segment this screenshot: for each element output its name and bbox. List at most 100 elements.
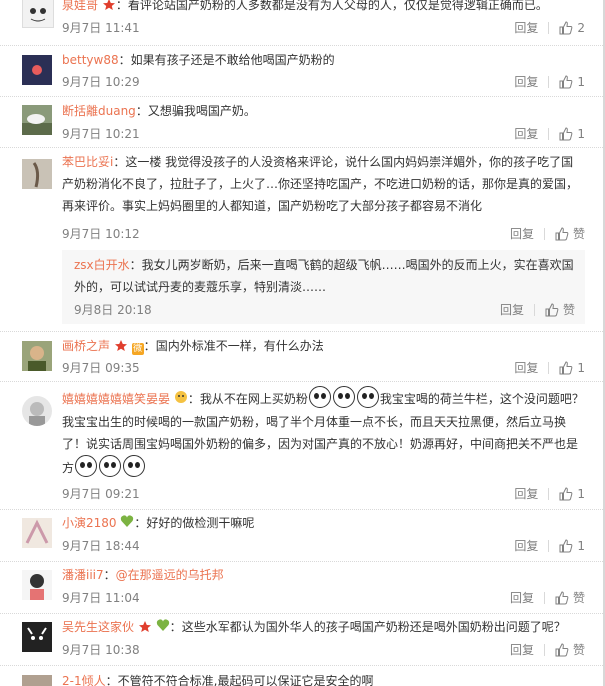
avatar[interactable]: [22, 159, 52, 189]
avatar[interactable]: [22, 55, 52, 85]
avatar[interactable]: [22, 570, 52, 600]
commenter-name[interactable]: 2-1倾人: [62, 674, 106, 686]
commenter-name[interactable]: 断括離duang: [62, 104, 136, 118]
comment-item: 断括離duang：又想骗我喝国产奶。 9月7日 10:21 回复 1: [0, 97, 603, 148]
comment-time: 9月7日 10:21: [62, 127, 140, 141]
comment-actions: 回复 1: [514, 124, 585, 144]
reply-button[interactable]: 回复: [514, 484, 538, 504]
commenter-name[interactable]: 嬉嬉嬉嬉嬉嬉笑晏晏: [62, 392, 170, 406]
like-button[interactable]: 赞: [545, 300, 575, 320]
comment-time: 9月7日 09:35: [62, 361, 140, 375]
thumbs-up-icon: [555, 591, 569, 605]
emoji-face-icon: [308, 386, 331, 408]
reply-button[interactable]: 回复: [514, 72, 538, 92]
like-button[interactable]: 1: [559, 536, 585, 556]
comment-content: 嬉嬉嬉嬉嬉嬉笑晏晏 ：我从不在网上买奶粉 我宝宝喝的荷兰牛栏，这个没问题吧？我宝宝…: [62, 386, 585, 479]
divider: [548, 488, 550, 500]
commenter-name[interactable]: bettyw88: [62, 53, 119, 67]
like-label: 赞: [572, 227, 585, 241]
divider: [548, 362, 550, 374]
comment-actions: 回复 1: [514, 72, 585, 92]
comment-time: 9月8日 20:18: [74, 303, 152, 317]
comment-text: 国内外标准不一样，有什么办法: [155, 339, 324, 353]
reply-button[interactable]: 回复: [514, 124, 538, 144]
reply-button[interactable]: 回复: [514, 18, 538, 38]
comment-item: 泉娃哥 ：看评论站国产奶粉的人多数都是没有为人父母的人，仅仅是觉得逻辑正确而已。…: [0, 0, 603, 46]
avatar[interactable]: [22, 0, 54, 28]
avatar[interactable]: [22, 341, 52, 371]
comment-content: 吴先生这家伙 ：这些水军都认为国外华人的孩子喝国产奶粉还是喝外国奶粉出问题了呢？: [62, 616, 585, 639]
reply-button[interactable]: 回复: [514, 358, 538, 378]
comment-item: bettyw88：如果有孩子还是不敢给他喝国产奶粉的 9月7日 10:29 回复…: [0, 46, 603, 97]
comment-text: 好好的做检测干嘛呢: [146, 516, 255, 530]
thumbs-up-icon: [555, 227, 569, 241]
reply-button[interactable]: 回复: [514, 536, 538, 556]
comment-content: 2-1倾人：不管符不符合标准,最起码可以保证它是安全的啊: [62, 674, 374, 686]
reply-button[interactable]: 回复: [510, 224, 534, 244]
comment-actions: 回复 1: [514, 358, 585, 378]
commenter-name[interactable]: 苯巴比妥i: [62, 155, 113, 169]
avatar[interactable]: [22, 396, 52, 426]
divider: [548, 540, 550, 552]
like-label: 赞: [572, 591, 585, 605]
commenter-name[interactable]: 吴先生这家伙: [62, 620, 134, 634]
comment-meta: 9月7日 10:12 回复 赞: [62, 224, 585, 244]
reply-button[interactable]: 回复: [500, 300, 524, 320]
comment-time: 9月7日 10:12: [62, 227, 140, 241]
avatar[interactable]: [22, 518, 52, 548]
emoji-face-icon: [75, 455, 98, 477]
comment-meta: 9月7日 10:29 回复 1: [62, 72, 585, 92]
smile-face-icon: [174, 389, 188, 411]
divider: [548, 128, 550, 140]
avatar[interactable]: [22, 622, 52, 652]
divider: [543, 228, 545, 240]
like-button[interactable]: 2: [559, 18, 585, 38]
comment-text: 又想骗我喝国产奶。: [147, 104, 256, 118]
comment-item: 吴先生这家伙 ：这些水军都认为国外华人的孩子喝国产奶粉还是喝外国奶粉出问题了呢？…: [0, 614, 603, 666]
comment-actions: 回复 赞: [510, 640, 585, 660]
like-button[interactable]: 1: [559, 124, 585, 144]
avatar[interactable]: [22, 105, 52, 135]
comment-content: bettyw88：如果有孩子还是不敢给他喝国产奶粉的: [62, 53, 335, 67]
avatar[interactable]: [22, 675, 52, 686]
reply-button[interactable]: 回复: [510, 640, 534, 660]
comment-content: 画桥之声 微：国内外标准不一样，有什么办法: [62, 335, 585, 358]
comment-text: 我从不在网上买奶粉: [199, 392, 308, 406]
comment-meta: 9月7日 10:21 回复 1: [62, 124, 585, 144]
like-button[interactable]: 赞: [555, 588, 585, 608]
divider: [548, 76, 550, 88]
like-button[interactable]: 赞: [555, 640, 585, 660]
comment-actions: 回复 赞: [510, 224, 585, 244]
comment-content: 泉娃哥 ：看评论站国产奶粉的人多数都是没有为人父母的人，仅仅是觉得逻辑正确而已。: [62, 0, 585, 17]
like-label: 赞: [572, 643, 585, 657]
like-label: 赞: [562, 303, 575, 317]
mention-link[interactable]: @在那遥远的乌托邦: [116, 568, 224, 582]
commenter-name[interactable]: 泉娃哥: [62, 0, 98, 12]
like-button[interactable]: 1: [559, 484, 585, 504]
comment-time: 9月7日 10:38: [62, 643, 140, 657]
commenter-name[interactable]: zsx白开水: [74, 258, 130, 272]
like-button[interactable]: 1: [559, 72, 585, 92]
comment-meta: 9月7日 11:41 回复 2: [62, 18, 585, 38]
like-count: 1: [577, 539, 585, 553]
like-button[interactable]: 赞: [555, 224, 585, 244]
comment-content: zsx白开水：我女儿两岁断奶，后来一直喝飞鹤的超级飞帆……喝国外的反而上火，实在…: [74, 258, 574, 294]
comment-item: 嬉嬉嬉嬉嬉嬉笑晏晏 ：我从不在网上买奶粉 我宝宝喝的荷兰牛栏，这个没问题吧？我宝宝…: [0, 382, 603, 510]
comment-meta: 9月7日 09:35 回复 1: [62, 358, 585, 378]
emoji-face-icon: [123, 455, 146, 477]
thumbs-up-icon: [555, 643, 569, 657]
reply-button[interactable]: 回复: [510, 588, 534, 608]
emoji-face-icon: [356, 386, 379, 408]
commenter-name[interactable]: 小演2180: [62, 516, 117, 530]
comment-meta: 9月7日 11:04 回复 赞: [62, 588, 585, 608]
like-button[interactable]: 1: [559, 358, 585, 378]
thumbs-up-icon: [559, 487, 573, 501]
comment-text: 如果有孩子还是不敢给他喝国产奶粉的: [130, 53, 335, 67]
thumbs-up-icon: [559, 539, 573, 553]
vip-star-icon: [114, 336, 128, 358]
commenter-name[interactable]: 潘潘iii7: [62, 568, 104, 582]
commenter-name[interactable]: 画桥之声: [62, 339, 110, 353]
comment-actions: 回复 赞: [510, 588, 585, 608]
comment-item: 苯巴比妥i：这一楼 我觉得没孩子的人没资格来评论，说什么国内妈妈崇洋媚外，你的孩…: [0, 148, 603, 332]
comment-content: 断括離duang：又想骗我喝国产奶。: [62, 104, 256, 118]
